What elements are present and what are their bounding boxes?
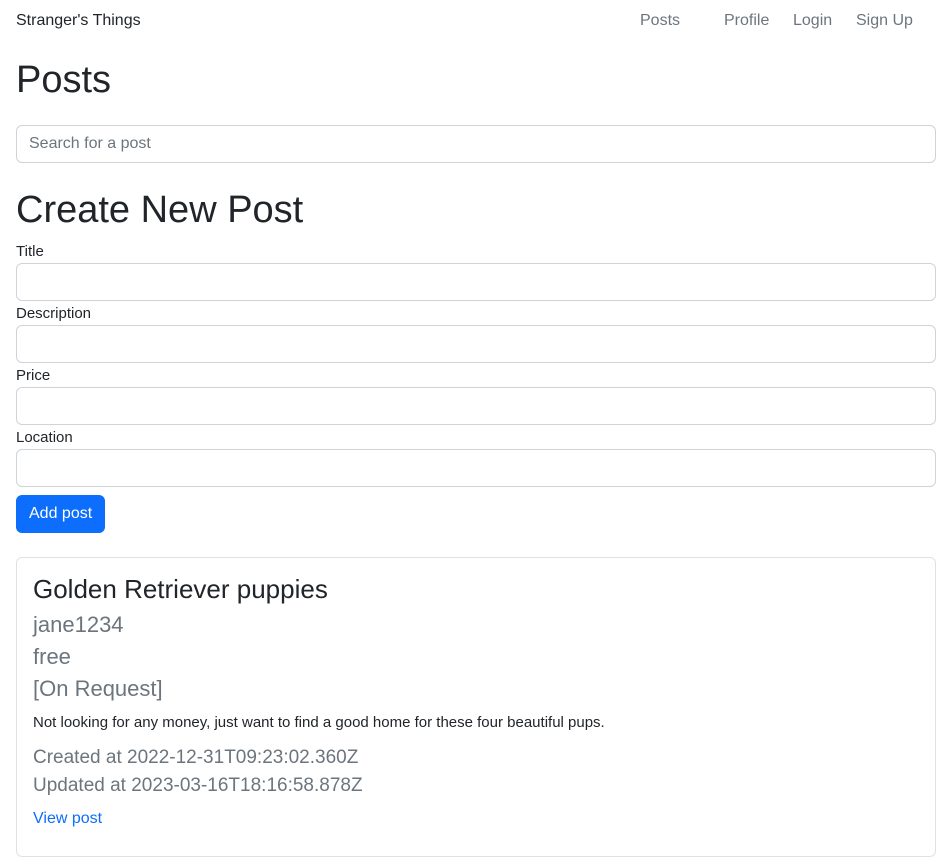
- description-label: Description: [16, 305, 92, 322]
- create-post-title: Create New Post: [16, 189, 304, 231]
- title-input[interactable]: [16, 263, 936, 301]
- search-input[interactable]: [16, 125, 936, 163]
- nav-link-posts[interactable]: Posts: [640, 12, 680, 30]
- location-input[interactable]: [16, 449, 936, 487]
- post-author: jane1234: [33, 612, 124, 637]
- location-field-container: [16, 449, 936, 487]
- description-field-container: [16, 325, 936, 363]
- post-card: Golden Retriever puppies jane1234 free […: [16, 557, 936, 857]
- post-description: Not looking for any money, just want to …: [33, 714, 605, 731]
- navbar: Stranger's Things Posts Profile Login Si…: [0, 0, 952, 44]
- title-field-container: [16, 263, 936, 301]
- nav-link-login[interactable]: Login: [793, 12, 832, 30]
- nav-link-sign-up[interactable]: Sign Up: [856, 12, 913, 30]
- add-post-button[interactable]: Add post: [16, 495, 106, 533]
- view-post-link[interactable]: View post: [33, 810, 102, 828]
- post-price: free: [33, 644, 71, 669]
- price-input[interactable]: [16, 387, 936, 425]
- post-updated-at: Updated at 2023-03-16T18:16:58.878Z: [33, 775, 363, 796]
- title-label: Title: [16, 243, 44, 260]
- page-title: Posts: [16, 59, 112, 101]
- price-label: Price: [16, 367, 51, 384]
- description-input[interactable]: [16, 325, 936, 363]
- post-created-at: Created at 2022-12-31T09:23:02.360Z: [33, 747, 359, 768]
- location-label: Location: [16, 429, 73, 446]
- brand[interactable]: Stranger's Things: [16, 12, 141, 30]
- post-title: Golden Retriever puppies: [33, 574, 328, 604]
- search-container: [16, 125, 936, 163]
- post-location: [On Request]: [33, 676, 163, 701]
- nav-link-profile[interactable]: Profile: [724, 12, 769, 30]
- price-field-container: [16, 387, 936, 425]
